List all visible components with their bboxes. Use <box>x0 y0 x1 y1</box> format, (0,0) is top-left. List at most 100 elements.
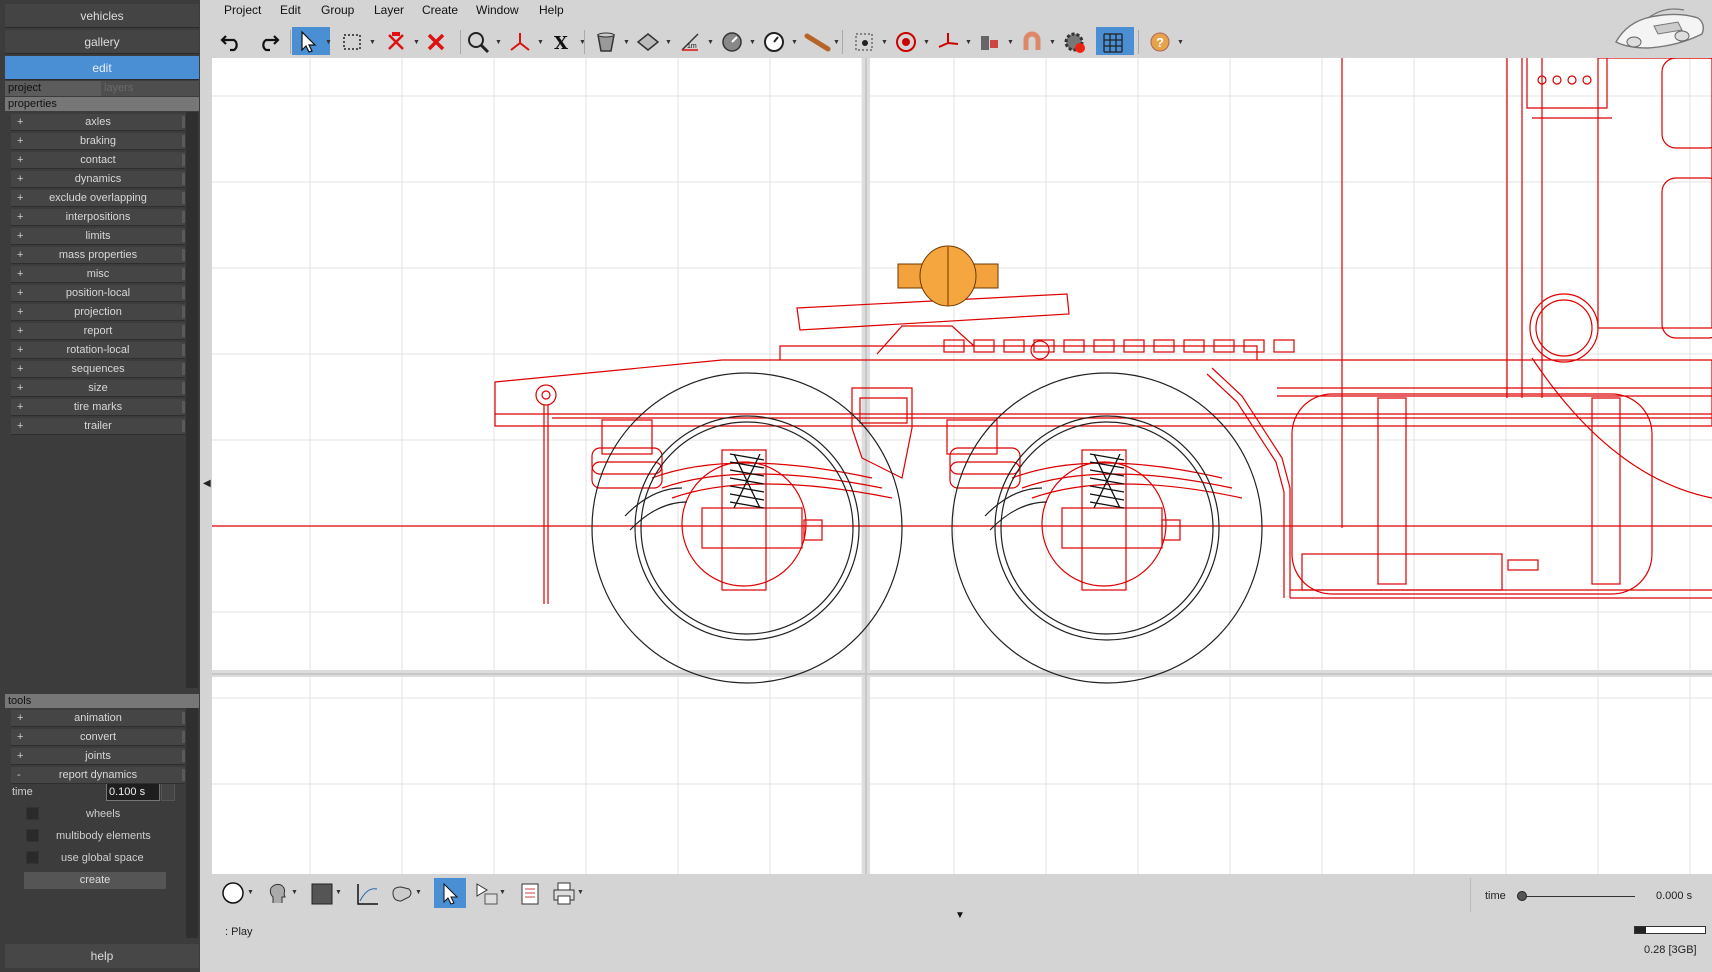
expand-down-icon[interactable]: ▼ <box>955 910 965 921</box>
axes-icon[interactable]: ▼ <box>504 27 544 55</box>
redo-icon[interactable] <box>252 27 290 55</box>
tool-report-dynamics[interactable]: - report dynamics <box>11 767 185 784</box>
property-tire-marks[interactable]: + tire marks <box>11 399 185 416</box>
circle-shape-icon[interactable]: ▼ <box>218 878 254 908</box>
property-trailer[interactable]: + trailer <box>11 418 185 435</box>
time-input[interactable]: 0.100 s <box>106 783 160 801</box>
material-swatch-icon[interactable]: ▼ <box>306 878 342 908</box>
bucket-icon[interactable]: ▼ <box>590 27 630 55</box>
property-axles[interactable]: + axles <box>11 114 185 131</box>
property-projection[interactable]: + projection <box>11 304 185 321</box>
plane-icon[interactable]: ▼ <box>632 27 672 55</box>
target-icon[interactable]: ▼ <box>890 27 930 55</box>
expand-plus-icon[interactable]: + <box>17 152 23 169</box>
expand-plus-icon[interactable]: + <box>17 418 23 435</box>
property-report[interactable]: + report <box>11 323 185 340</box>
collapse-minus-icon[interactable]: - <box>17 767 21 784</box>
property-sequences[interactable]: + sequences <box>11 361 185 378</box>
property-exclude-overlapping[interactable]: + exclude overlapping <box>11 190 185 207</box>
curve-graph-icon[interactable] <box>352 878 384 908</box>
property-size[interactable]: + size <box>11 380 185 397</box>
settings-gear-icon[interactable] <box>1058 27 1096 55</box>
edit-button[interactable]: edit <box>5 56 199 80</box>
vehicles-button[interactable]: vehicles <box>5 4 199 28</box>
menu-project[interactable]: Project <box>224 3 261 17</box>
create-button[interactable]: create <box>24 872 166 889</box>
select-arrow-icon[interactable]: ▼ <box>292 27 332 55</box>
expand-plus-icon[interactable]: + <box>17 361 23 378</box>
expand-plus-icon[interactable]: + <box>17 133 23 150</box>
pointer-play-icon[interactable] <box>434 878 466 908</box>
tool-joints[interactable]: + joints <box>11 748 185 765</box>
menu-help[interactable]: Help <box>539 3 564 17</box>
expand-plus-icon[interactable]: + <box>17 171 23 188</box>
grid-icon[interactable] <box>1096 27 1134 55</box>
head-shading-icon[interactable]: ▼ <box>262 878 298 908</box>
gallery-button[interactable]: gallery <box>5 30 199 54</box>
tab-project[interactable]: project <box>5 81 101 96</box>
expand-plus-icon[interactable]: + <box>17 247 23 264</box>
magnet-icon[interactable]: ▼ <box>1016 27 1056 55</box>
time-spinner[interactable] <box>161 783 175 801</box>
measure-icon[interactable]: 1m ▼ <box>674 27 714 55</box>
undo-icon[interactable] <box>216 27 254 55</box>
print-icon[interactable]: ▼ <box>548 878 584 908</box>
property-misc[interactable]: + misc <box>11 266 185 283</box>
rod-icon[interactable]: ▼ <box>800 27 840 55</box>
zoom-icon[interactable]: ▼ <box>462 27 502 55</box>
tab-layers[interactable]: layers <box>101 81 199 96</box>
expand-plus-icon[interactable]: + <box>17 228 23 245</box>
x-axis-icon[interactable]: X ▼ <box>546 27 586 55</box>
transform-icon[interactable]: ▼ <box>380 27 420 55</box>
property-rotation-local[interactable]: + rotation-local <box>11 342 185 359</box>
tools-scrollbar[interactable] <box>186 708 198 938</box>
expand-plus-icon[interactable]: + <box>17 285 23 302</box>
expand-plus-icon[interactable]: + <box>17 729 23 746</box>
menu-create[interactable]: Create <box>422 3 458 17</box>
property-dynamics[interactable]: + dynamics <box>11 171 185 188</box>
point-icon[interactable]: ▼ <box>848 27 888 55</box>
help-button[interactable]: help <box>5 944 199 968</box>
property-contact[interactable]: + contact <box>11 152 185 169</box>
time-slider-handle[interactable] <box>1517 891 1527 901</box>
expand-plus-icon[interactable]: + <box>17 748 23 765</box>
property-braking[interactable]: + braking <box>11 133 185 150</box>
expand-plus-icon[interactable]: + <box>17 209 23 226</box>
menu-layer[interactable]: Layer <box>374 3 404 17</box>
property-mass-properties[interactable]: + mass properties <box>11 247 185 264</box>
expand-plus-icon[interactable]: + <box>17 304 23 321</box>
property-interpositions[interactable]: + interpositions <box>11 209 185 226</box>
gauge-icon[interactable]: ▼ <box>716 27 756 55</box>
rect-select-icon[interactable]: ▼ <box>336 27 376 55</box>
use-global-space-checkbox[interactable] <box>26 851 39 864</box>
expand-plus-icon[interactable]: + <box>17 114 23 131</box>
report-icon[interactable] <box>514 878 546 908</box>
collapse-panel-icon[interactable]: ◀ <box>203 478 211 489</box>
tool-animation[interactable]: + animation <box>11 710 185 727</box>
clock-icon[interactable]: ▼ <box>758 27 798 55</box>
property-limits[interactable]: + limits <box>11 228 185 245</box>
properties-scrollbar[interactable] <box>186 112 198 688</box>
multibody-elements-checkbox[interactable] <box>26 829 39 842</box>
menu-window[interactable]: Window <box>476 3 519 17</box>
expand-plus-icon[interactable]: + <box>17 399 23 416</box>
joint-icon[interactable]: ▼ <box>974 27 1014 55</box>
expand-plus-icon[interactable]: + <box>17 342 23 359</box>
help-icon[interactable]: ? ▼ <box>1144 27 1184 55</box>
axis-tripod-icon[interactable]: ▼ <box>932 27 972 55</box>
delete-icon[interactable] <box>420 27 458 55</box>
property-position-local[interactable]: + position-local <box>11 285 185 302</box>
expand-plus-icon[interactable]: + <box>17 380 23 397</box>
3d-viewport[interactable] <box>212 58 1712 874</box>
wheels-checkbox[interactable] <box>26 807 39 820</box>
expand-plus-icon[interactable]: + <box>17 710 23 727</box>
hand-pan-icon[interactable]: ▼ <box>386 878 422 908</box>
expand-plus-icon[interactable]: + <box>17 190 23 207</box>
expand-plus-icon[interactable]: + <box>17 266 23 283</box>
menu-group[interactable]: Group <box>321 3 354 17</box>
play-sequence-icon[interactable]: ▼ <box>470 878 506 908</box>
time-slider-track[interactable] <box>1521 896 1635 897</box>
tool-convert[interactable]: + convert <box>11 729 185 746</box>
expand-plus-icon[interactable]: + <box>17 323 23 340</box>
menu-edit[interactable]: Edit <box>280 3 301 17</box>
